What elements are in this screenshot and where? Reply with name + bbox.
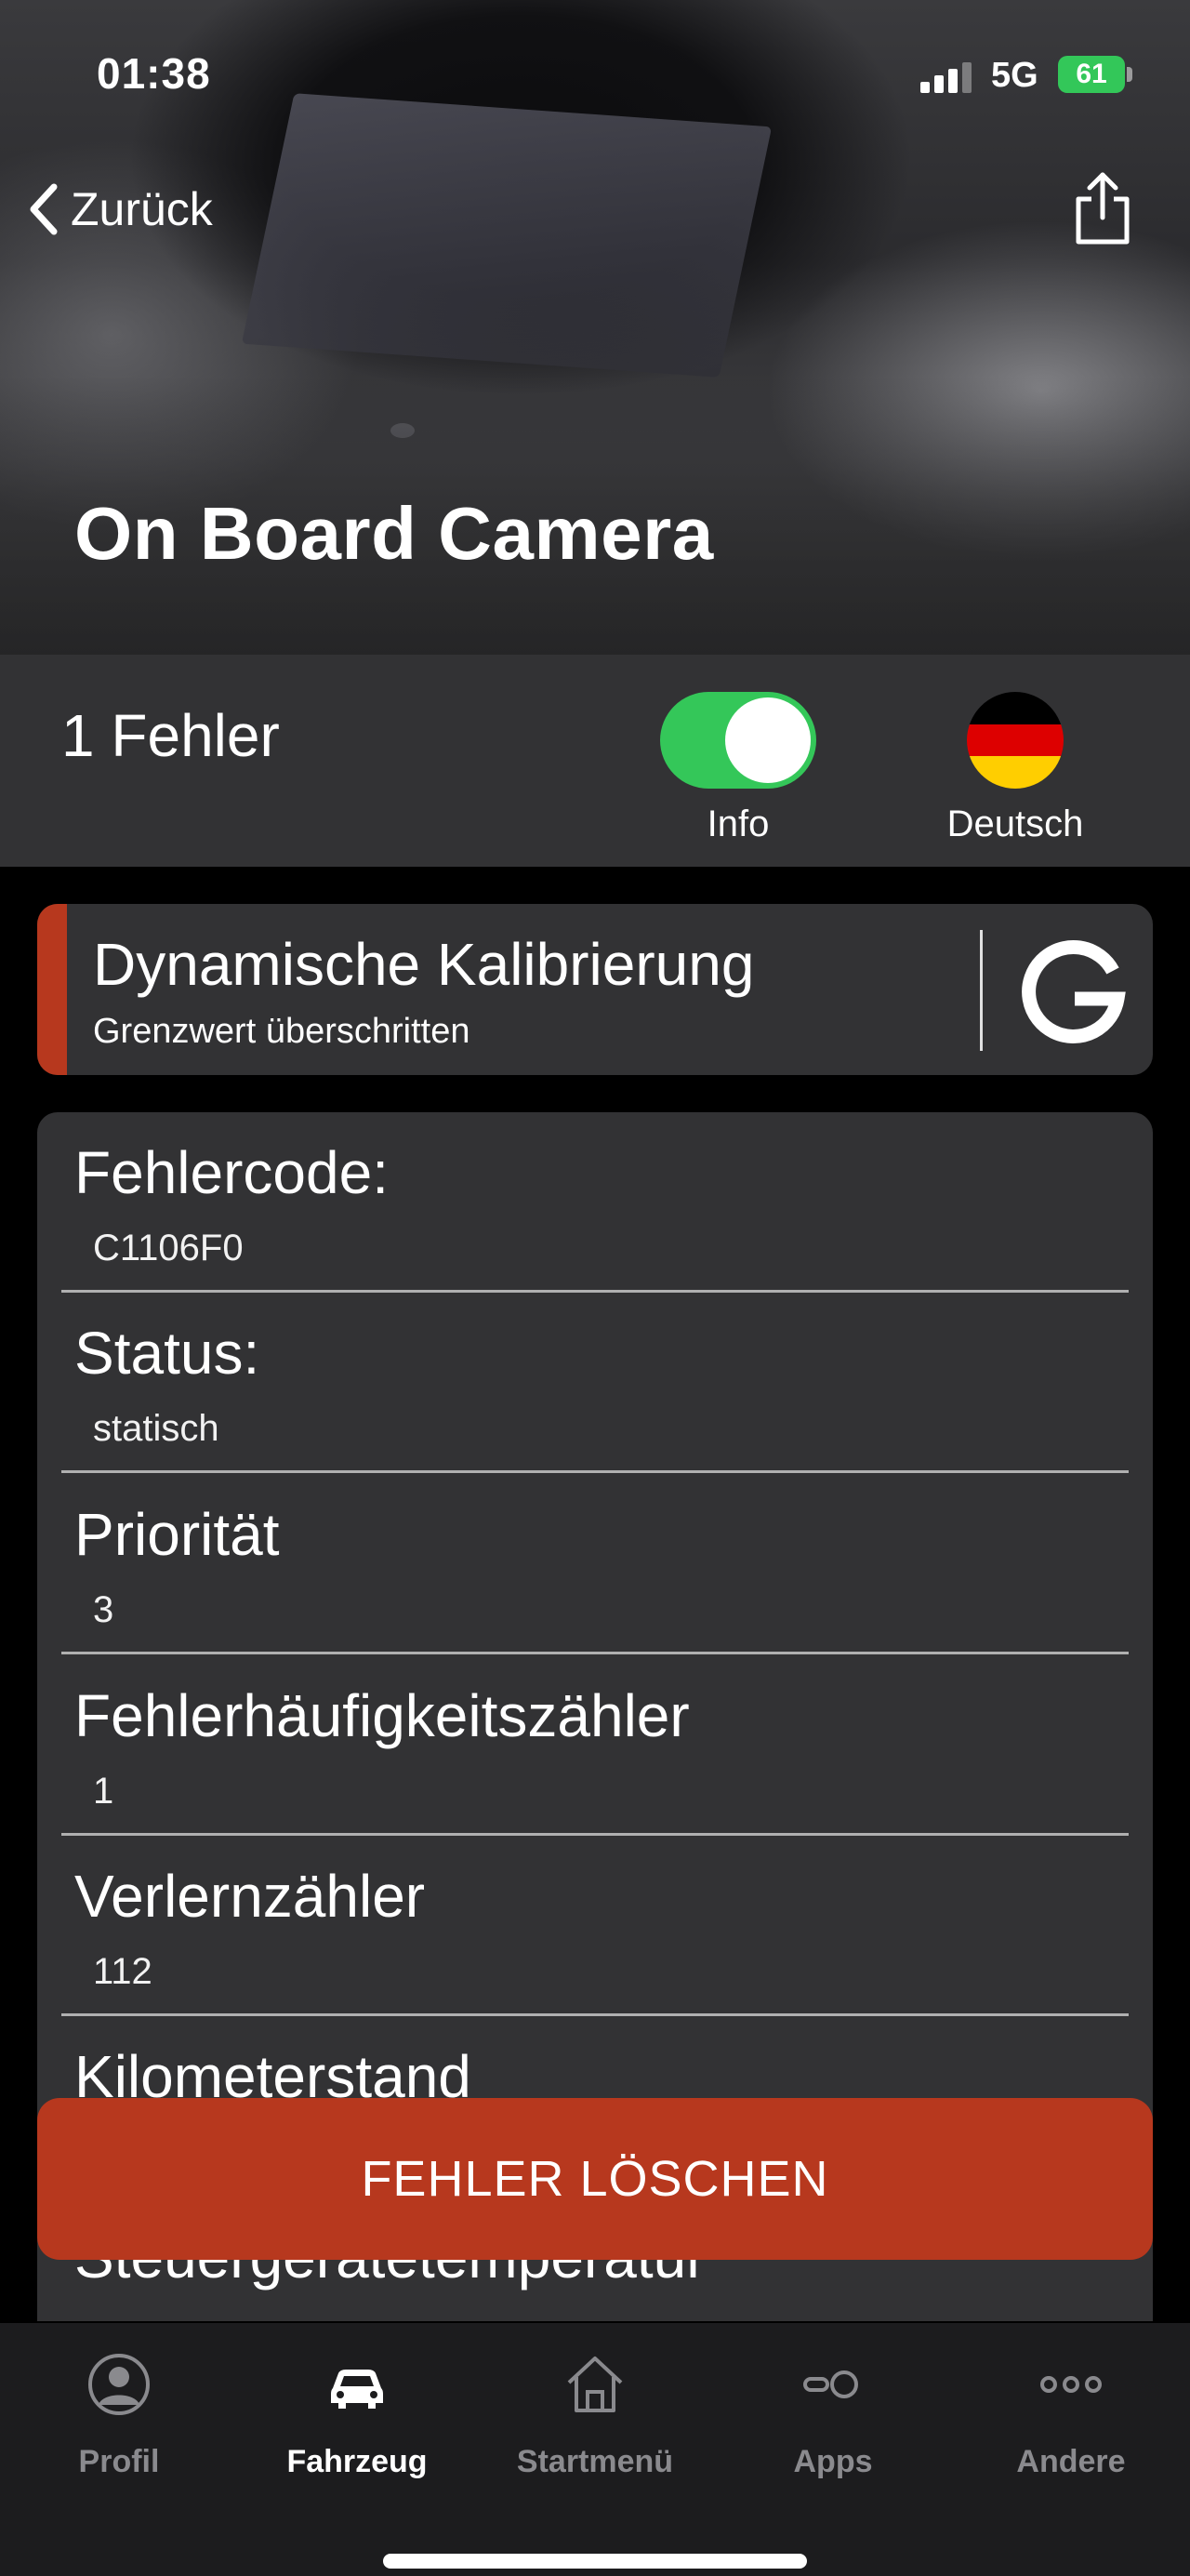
detail-label: Verlernzähler — [74, 1863, 426, 1930]
tab-label: Startmenü — [516, 2444, 674, 2479]
tab-vehicle[interactable]: Fahrzeug — [238, 2351, 476, 2500]
tab-apps[interactable]: Apps — [714, 2351, 952, 2500]
info-toggle[interactable] — [660, 692, 816, 789]
detail-value: 3 — [93, 1589, 114, 1630]
detail-row: Fehlercode: C1106F0 — [61, 1112, 1129, 1293]
back-button[interactable]: Zurück — [26, 177, 213, 242]
info-toggle-label: Info — [707, 803, 770, 844]
car-icon — [331, 2370, 383, 2409]
tab-more[interactable]: Andere — [952, 2351, 1190, 2500]
network-label: 5G — [991, 56, 1038, 95]
fault-count: 1 Fehler — [61, 702, 280, 769]
detail-value: 112 — [93, 1951, 152, 1992]
home-indicator — [383, 2554, 807, 2569]
toggle-knob — [725, 697, 811, 783]
battery-icon: 61 — [1058, 56, 1125, 93]
error-card: Dynamische Kalibrierung Grenzwert übersc… — [37, 904, 1153, 1075]
tab-label: Apps — [793, 2444, 873, 2479]
status-bar: 01:38 5G 61 — [0, 0, 1190, 139]
detail-value: statisch — [93, 1408, 219, 1449]
battery-level: 61 — [1076, 59, 1107, 89]
apps-icon — [803, 2370, 858, 2398]
detail-value: C1106F0 — [93, 1228, 244, 1268]
tab-label: Fahrzeug — [286, 2444, 428, 2479]
detail-row: Verlernzähler 112 — [61, 1836, 1129, 2016]
fault-summary-bar: 1 Fehler Info Deutsch — [0, 655, 1190, 867]
detail-row: Status: statisch — [61, 1293, 1129, 1473]
tab-profile[interactable]: Profil — [0, 2351, 238, 2500]
clear-faults-button[interactable]: FEHLER LÖSCHEN — [37, 2098, 1153, 2260]
google-search-icon[interactable] — [1017, 932, 1129, 1047]
status-time: 01:38 — [97, 49, 211, 98]
detail-label: Fehlerhäufigkeitszähler — [74, 1682, 690, 1749]
language-label: Deutsch — [946, 803, 1084, 844]
more-icon — [1040, 2376, 1102, 2393]
error-accent-bar — [37, 904, 67, 1075]
tab-home[interactable]: Startmenü — [476, 2351, 714, 2500]
tab-label: Profil — [78, 2444, 160, 2479]
detail-value: 1 — [93, 1771, 114, 1812]
detail-row: Priorität 3 — [61, 1474, 1129, 1654]
detail-label: Priorität — [74, 1501, 280, 1568]
page-title: On Board Camera — [74, 492, 714, 575]
chevron-left-icon — [30, 183, 58, 235]
tab-label: Andere — [1016, 2444, 1126, 2479]
share-icon[interactable] — [1069, 167, 1136, 247]
detail-label: Status: — [74, 1320, 260, 1387]
german-flag-icon[interactable] — [967, 692, 1064, 789]
detail-row: Fehlerhäufigkeitszähler 1 — [61, 1655, 1129, 1836]
tab-bar: Profil Fahrzeug Startmenü Apps Andere — [0, 2323, 1190, 2576]
back-label: Zurück — [71, 183, 213, 235]
home-icon — [567, 2357, 623, 2412]
error-subtitle: Grenzwert überschritten — [93, 1012, 470, 1051]
profile-icon — [88, 2354, 150, 2415]
battery-nub — [1127, 67, 1132, 82]
detail-label: Fehlercode: — [74, 1139, 389, 1206]
error-divider — [980, 930, 983, 1051]
signal-icon — [920, 60, 972, 93]
error-title: Dynamische Kalibrierung — [93, 931, 755, 998]
